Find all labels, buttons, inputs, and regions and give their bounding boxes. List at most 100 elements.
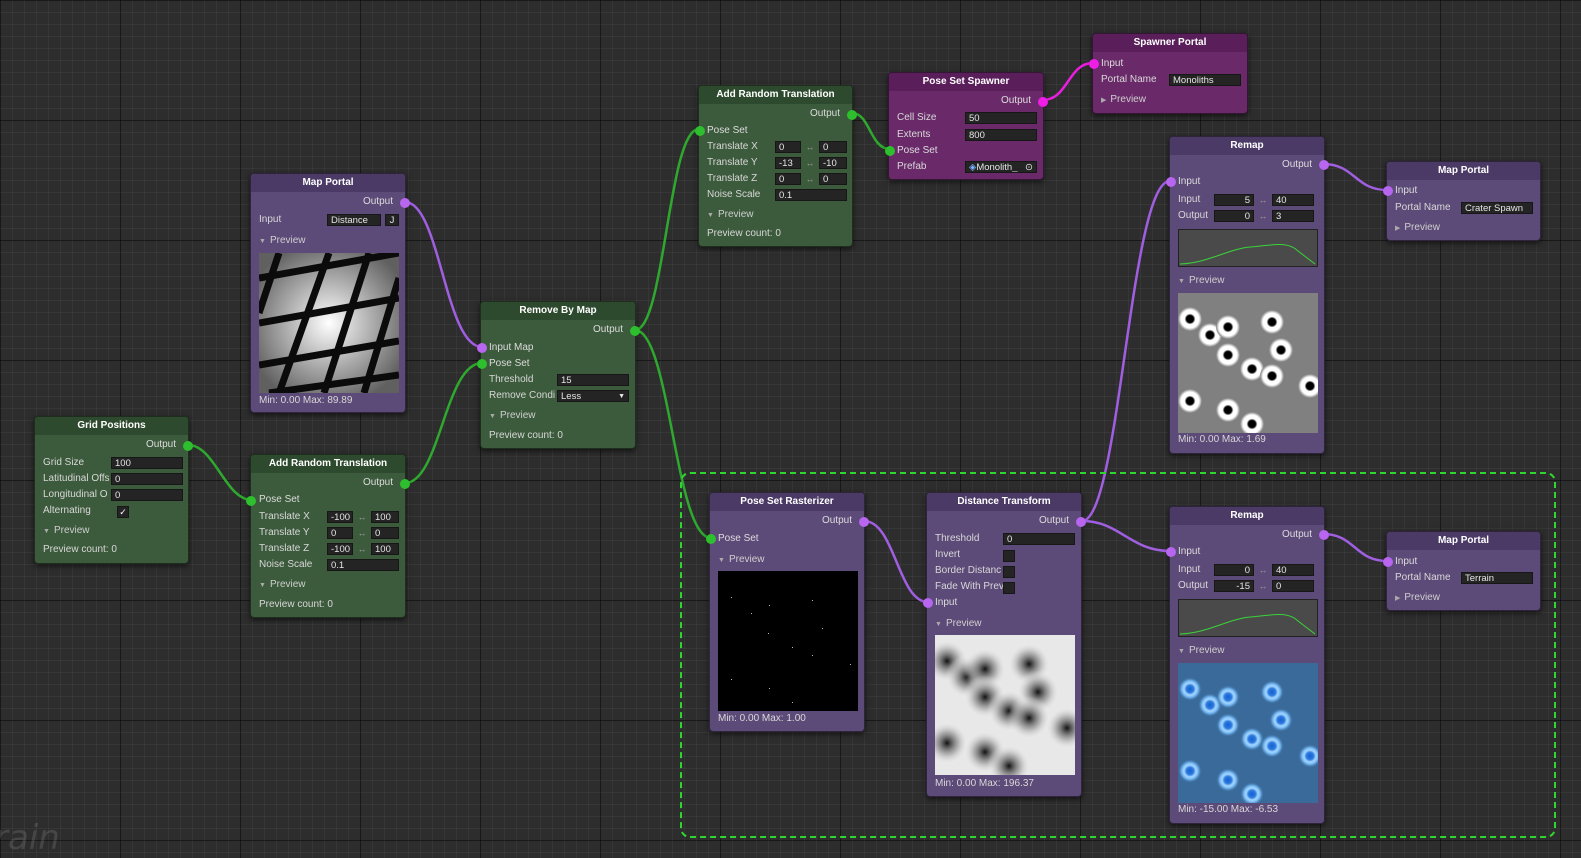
cell-size-field[interactable]: 50 — [965, 112, 1037, 124]
output-port[interactable] — [847, 110, 857, 120]
preview-foldout[interactable]: ▼ Preview — [707, 208, 754, 222]
input-map-port[interactable] — [477, 343, 487, 353]
pose-set-input-port[interactable] — [885, 146, 895, 156]
preview-foldout[interactable]: ▶ Preview — [1101, 93, 1146, 107]
output-port[interactable] — [400, 479, 410, 489]
output-port[interactable] — [400, 198, 410, 208]
input-port[interactable] — [1166, 547, 1176, 557]
input-port[interactable] — [923, 598, 933, 608]
pose-set-input-port[interactable] — [706, 534, 716, 544]
add-random-translation-node[interactable]: Add Random Translation Output Pose Set T… — [695, 85, 857, 247]
input-port[interactable] — [1089, 59, 1099, 69]
translate-y-min-field[interactable]: 0 — [327, 527, 353, 539]
pose-set-spawner-node[interactable]: Pose Set Spawner Output Cell Size 50 Exte… — [885, 72, 1048, 180]
preview-foldout[interactable]: ▼ Preview — [1178, 644, 1225, 658]
output-port[interactable] — [1319, 530, 1329, 540]
preview-label: Preview — [53, 525, 90, 536]
pose-set-input-port[interactable] — [246, 496, 256, 506]
input-port[interactable] — [1383, 186, 1393, 196]
threshold-field[interactable]: 0 — [1003, 533, 1075, 545]
map-portal-node[interactable]: Map Portal Input Portal Name Crater Spawn… — [1383, 161, 1541, 241]
border-distance-checkbox[interactable] — [1003, 566, 1015, 578]
output-max-field[interactable]: 3 — [1272, 210, 1314, 222]
output-min-field[interactable]: -15 — [1214, 580, 1254, 592]
longitudinal-offset-field[interactable]: 0 — [111, 489, 183, 501]
output-port[interactable] — [1038, 97, 1048, 107]
alternating-checkbox[interactable]: ✓ — [117, 506, 129, 518]
extents-field[interactable]: 800 — [965, 129, 1037, 141]
grid-size-field[interactable]: 100 — [111, 457, 183, 469]
output-port[interactable] — [183, 441, 193, 451]
pose-set-rasterizer-node[interactable]: Pose Set Rasterizer Output Pose Set ▼ Pre… — [706, 492, 869, 732]
picker-button[interactable]: J — [385, 214, 399, 226]
translate-x-min-field[interactable]: -100 — [327, 511, 353, 523]
translate-y-min-field[interactable]: -13 — [775, 157, 801, 169]
output-port[interactable] — [1076, 517, 1086, 527]
output-min-field[interactable]: 0 — [1214, 210, 1254, 222]
add-random-translation-node[interactable]: Add Random Translation Output Pose Set T… — [246, 454, 410, 618]
range-arrow-icon: ↔ — [1258, 565, 1268, 575]
noise-scale-field[interactable]: 0.1 — [775, 189, 847, 201]
input-max-field[interactable]: 40 — [1272, 564, 1314, 576]
prefab-object-field[interactable]: ◈Monolith_ ⊙ — [965, 161, 1037, 173]
translate-z-min-field[interactable]: -100 — [327, 543, 353, 555]
foldout-triangle-icon: ▼ — [718, 557, 725, 564]
map-portal-node[interactable]: Map Portal Input Portal Name Terrain ▶ Pre… — [1383, 531, 1541, 611]
preview-foldout[interactable]: ▼ Preview — [718, 553, 765, 567]
preview-foldout[interactable]: ▼ Preview — [489, 409, 536, 423]
output-port[interactable] — [630, 326, 640, 336]
translate-x-max-field[interactable]: 0 — [819, 141, 847, 153]
translate-y-max-field[interactable]: 0 — [371, 527, 399, 539]
output-port[interactable] — [859, 517, 869, 527]
latitudinal-offset-field[interactable]: 0 — [111, 473, 183, 485]
remove-by-map-node[interactable]: Remove By Map Output Input Map Pose Set … — [477, 301, 640, 449]
portal-name-field[interactable]: Crater Spawn — [1461, 202, 1533, 214]
preview-count: Preview count: 0 — [707, 228, 781, 239]
preview-foldout[interactable]: ▶ Preview — [1395, 221, 1440, 235]
preview-foldout[interactable]: ▼ Preview — [43, 524, 90, 538]
input-min-field[interactable]: 0 — [1214, 564, 1254, 576]
map-select-field[interactable]: Distance — [327, 214, 381, 226]
spawner-portal-node[interactable]: Spawner Portal Input Portal Name Monolith… — [1089, 33, 1248, 114]
threshold-field[interactable]: 15 — [557, 374, 629, 386]
remove-condition-dropdown[interactable]: Less ▼ — [557, 390, 629, 402]
translate-x-min-field[interactable]: 0 — [775, 141, 801, 153]
input-port-label: Input — [1395, 185, 1418, 196]
preview-foldout[interactable]: ▼ Preview — [1178, 274, 1225, 288]
preview-foldout[interactable]: ▶ Preview — [1395, 591, 1440, 605]
input-port-label: Input — [1178, 546, 1201, 557]
distance-transform-node[interactable]: Distance Transform Output Threshold 0 Inv… — [923, 492, 1086, 797]
translate-z-min-field[interactable]: 0 — [775, 173, 801, 185]
portal-name-field[interactable]: Monoliths — [1169, 74, 1241, 86]
range-arrow-icon: ↔ — [357, 512, 367, 522]
translate-z-max-field[interactable]: 100 — [371, 543, 399, 555]
input-min-field[interactable]: 5 — [1214, 194, 1254, 206]
preview-foldout[interactable]: ▼ Preview — [259, 234, 306, 248]
remap-node[interactable]: Remap Output Input Input 5 ↔ 40 Output 0 ↔ 3 ▼… — [1166, 136, 1329, 454]
node-title: Distance Transform — [927, 493, 1081, 511]
output-max-field[interactable]: 0 — [1272, 580, 1314, 592]
remap-node[interactable]: Remap Output Input Input 0 ↔ 40 Output -15 ↔ 0… — [1166, 506, 1329, 824]
object-picker-icon[interactable]: ⊙ — [1025, 162, 1033, 172]
fade-with-previous-checkbox[interactable] — [1003, 582, 1015, 594]
output-port[interactable] — [1319, 160, 1329, 170]
remove-condition-label: Remove Condi — [489, 390, 556, 401]
preview-image — [718, 571, 858, 711]
invert-checkbox[interactable] — [1003, 550, 1015, 562]
preview-foldout[interactable]: ▼ Preview — [259, 578, 306, 592]
portal-name-field[interactable]: Terrain — [1461, 572, 1533, 584]
input-max-field[interactable]: 40 — [1272, 194, 1314, 206]
range-arrow-icon: ↔ — [357, 544, 367, 554]
translate-z-max-field[interactable]: 0 — [819, 173, 847, 185]
pose-set-input-port[interactable] — [477, 359, 487, 369]
pose-set-input-port[interactable] — [695, 126, 705, 136]
preview-foldout[interactable]: ▼ Preview — [935, 617, 982, 631]
input-port[interactable] — [1166, 177, 1176, 187]
output-port-label: Output — [1281, 159, 1312, 170]
input-port[interactable] — [1383, 557, 1393, 567]
map-portal-node[interactable]: Map Portal Output Input Distance J ▼ Prev… — [250, 173, 410, 413]
grid-positions-node[interactable]: Grid Positions Output Grid Size 100 Latit… — [34, 416, 193, 564]
translate-y-max-field[interactable]: -10 — [819, 157, 847, 169]
translate-x-max-field[interactable]: 100 — [371, 511, 399, 523]
noise-scale-field[interactable]: 0.1 — [327, 559, 399, 571]
